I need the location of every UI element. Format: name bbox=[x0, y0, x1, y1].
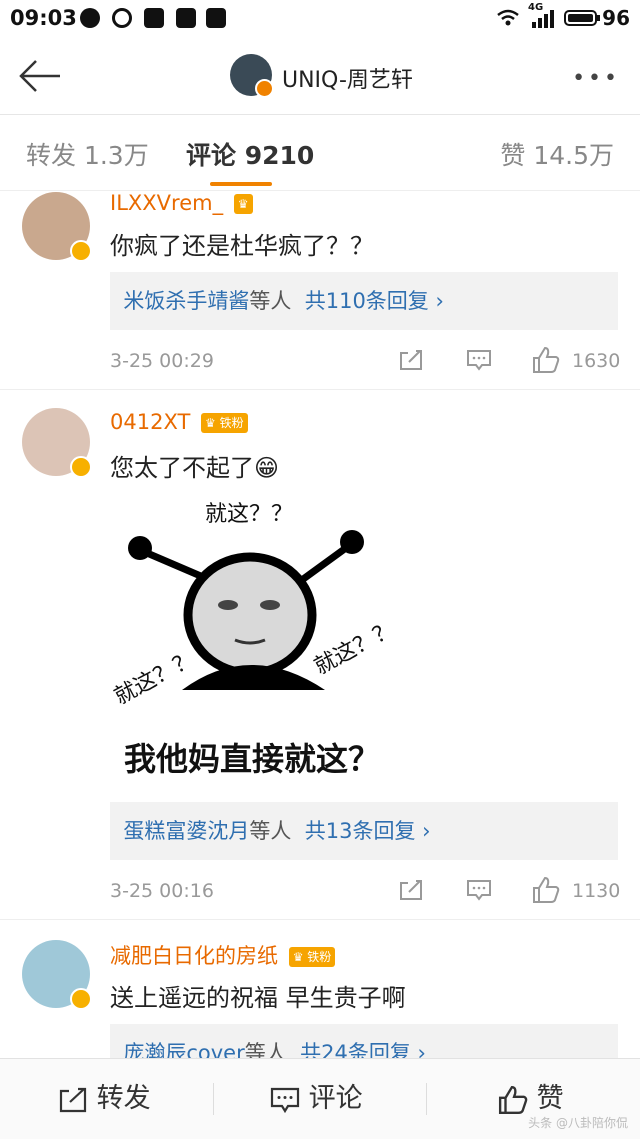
comment-icon bbox=[270, 1087, 300, 1113]
status-bar: 09:03 4G 96 bbox=[0, 0, 640, 36]
fan-badge-text: 铁粉 bbox=[219, 416, 244, 430]
fan-badge: ♛ 铁粉 bbox=[288, 947, 336, 967]
author-avatar[interactable] bbox=[230, 54, 274, 98]
verified-icon bbox=[70, 456, 92, 478]
like-icon bbox=[498, 1085, 528, 1114]
comment-time: 3-25 00:16 bbox=[110, 880, 214, 902]
like-icon[interactable] bbox=[532, 346, 560, 374]
tab-forward[interactable]: 转发 1.3万 bbox=[26, 136, 149, 172]
username-text: 减肥白日化的房纸 bbox=[110, 944, 278, 968]
share-icon[interactable] bbox=[398, 348, 424, 372]
comment-username[interactable]: 0412XT ♛ 铁粉 bbox=[110, 410, 248, 434]
fan-badge: ♛ 铁粉 bbox=[200, 413, 248, 433]
tab-bar: 转发 1.3万 评论 9210 赞 14.5万 bbox=[0, 114, 640, 191]
forward-label: 转发 bbox=[96, 1083, 151, 1114]
share-icon bbox=[59, 1087, 87, 1112]
news-icon bbox=[206, 8, 226, 28]
reply-names[interactable]: 米饭杀手靖酱 bbox=[123, 289, 249, 313]
reply-mid: 等人 bbox=[249, 289, 292, 313]
verified-icon bbox=[255, 79, 274, 98]
fan-badge-text: 铁粉 bbox=[307, 950, 332, 964]
avatar[interactable] bbox=[22, 192, 92, 262]
page-title: UNIQ-周艺轩 bbox=[282, 68, 413, 93]
reply-mid: 等人 bbox=[244, 1041, 287, 1058]
meme-image[interactable]: 就这？？ 就这？？ 就这？？ 我他妈直接就这？ bbox=[110, 490, 410, 780]
username-text: 0412XT bbox=[110, 410, 191, 434]
reply-mid: 等人 bbox=[249, 819, 292, 843]
comment-button[interactable]: 评论 bbox=[270, 1059, 363, 1139]
comment-item: 0412XT ♛ 铁粉 您太了不起了😁 就这？？ 就这？？ 就这？？ 我他妈直接… bbox=[0, 390, 640, 920]
back-arrow-icon[interactable] bbox=[16, 56, 64, 96]
tab-comments[interactable]: 评论 9210 bbox=[186, 136, 314, 172]
avatar[interactable] bbox=[22, 408, 92, 478]
tab-likes[interactable]: 赞 14.5万 bbox=[500, 136, 614, 172]
notification-icon bbox=[80, 8, 100, 28]
comment-label: 评论 bbox=[308, 1083, 363, 1114]
app-icon bbox=[112, 8, 132, 28]
comment-username[interactable]: 减肥白日化的房纸 ♛ 铁粉 bbox=[110, 940, 336, 970]
reply-preview[interactable]: 庞瀚辰cover等人 共24条回复 › bbox=[110, 1024, 618, 1058]
battery-level: 96 bbox=[602, 6, 630, 30]
reply-names[interactable]: 蛋糕富婆沈月 bbox=[123, 819, 249, 843]
username-text: ILXXVrem_ bbox=[110, 191, 224, 215]
member-crown-icon: ♛ bbox=[233, 194, 253, 214]
separator bbox=[426, 1083, 427, 1115]
like-icon[interactable] bbox=[532, 876, 560, 904]
avatar[interactable] bbox=[22, 940, 92, 1010]
verified-icon bbox=[70, 240, 92, 262]
share-icon[interactable] bbox=[398, 878, 424, 902]
comment-username[interactable]: ILXXVrem_ ♛ bbox=[110, 191, 253, 215]
verified-icon bbox=[70, 988, 92, 1010]
reply-count[interactable]: 共110条回复 › bbox=[305, 289, 444, 313]
comment-text: 送上遥远的祝福 早生贵子啊 bbox=[110, 984, 406, 1012]
comment-item: ILXXVrem_ ♛ 你疯了还是杜华疯了？？ 米饭杀手靖酱等人 共110条回复… bbox=[0, 190, 640, 390]
network-type: 4G bbox=[528, 2, 544, 13]
weibo-icon bbox=[176, 8, 196, 28]
battery-icon bbox=[564, 10, 600, 26]
meme-caption: 我他妈直接就这？ bbox=[124, 740, 381, 778]
reply-count[interactable]: 共24条回复 › bbox=[300, 1041, 426, 1058]
comment-icon[interactable] bbox=[466, 878, 492, 902]
title-bar: UNIQ-周艺轩 ••• bbox=[0, 36, 640, 115]
separator bbox=[213, 1083, 214, 1115]
comment-time: 3-25 00:29 bbox=[110, 350, 214, 372]
like-count: 1630 bbox=[572, 350, 621, 372]
forward-button[interactable]: 转发 bbox=[58, 1059, 151, 1139]
comment-text: 您太了不起了😁 bbox=[110, 454, 280, 482]
status-time: 09:03 bbox=[10, 6, 77, 30]
like-label: 赞 bbox=[536, 1083, 564, 1114]
reply-preview[interactable]: 米饭杀手靖酱等人 共110条回复 › bbox=[110, 272, 618, 330]
bottom-action-bar: 转发 评论 赞 头条 @八卦陪你侃 bbox=[0, 1058, 640, 1139]
meme-text: 就这？？ bbox=[205, 502, 294, 527]
comment-icon[interactable] bbox=[466, 348, 492, 372]
active-tab-indicator bbox=[210, 182, 272, 186]
like-count: 1130 bbox=[572, 880, 621, 902]
comment-text: 你疯了还是杜华疯了？？ bbox=[110, 232, 374, 260]
reply-preview[interactable]: 蛋糕富婆沈月等人 共13条回复 › bbox=[110, 802, 618, 860]
watermark: 头条 @八卦陪你侃 bbox=[528, 1116, 628, 1130]
wifi-icon bbox=[497, 9, 519, 26]
reply-count[interactable]: 共13条回复 › bbox=[305, 819, 431, 843]
reply-names[interactable]: 庞瀚辰cover bbox=[123, 1041, 244, 1058]
comment-item: 减肥白日化的房纸 ♛ 铁粉 送上遥远的祝福 早生贵子啊 庞瀚辰cover等人 共… bbox=[0, 920, 640, 1058]
more-options-icon[interactable]: ••• bbox=[572, 66, 620, 91]
video-icon bbox=[144, 8, 164, 28]
